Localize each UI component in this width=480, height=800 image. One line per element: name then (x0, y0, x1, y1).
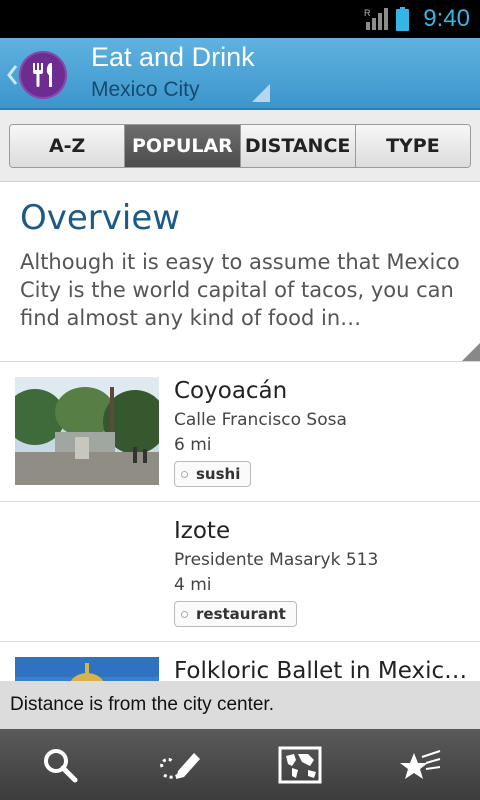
place-distance: 6 mi (174, 435, 212, 455)
spinner-corner-icon[interactable] (252, 84, 270, 102)
roaming-label: R (364, 8, 371, 18)
tag-label: restaurant (196, 605, 286, 623)
page-title: Eat and Drink (91, 42, 255, 72)
favorites-button[interactable] (360, 729, 480, 800)
place-tag[interactable]: sushi (174, 461, 252, 487)
toast-message: Distance is from the city center. (0, 681, 480, 729)
city-selector[interactable]: Mexico City (91, 78, 200, 102)
search-icon (44, 748, 78, 782)
status-bar: R 9:40 (0, 0, 480, 38)
map-button[interactable] (240, 729, 360, 800)
pencil-icon (160, 752, 200, 779)
tab-bar-container: A-Z POPULAR DISTANCE TYPE (0, 110, 480, 182)
place-address: Presidente Masaryk 513 (174, 550, 379, 570)
tab-type[interactable]: TYPE (355, 125, 470, 167)
tag-label: sushi (196, 465, 241, 483)
list-item[interactable]: Izote Presidente Masaryk 513 4 mi restau… (0, 502, 480, 642)
expand-corner-icon (462, 343, 480, 361)
place-name: Coyoacán (174, 378, 288, 404)
overview-text: Although it is easy to assume that Mexic… (20, 250, 460, 330)
battery-icon (396, 7, 409, 31)
place-name: Izote (174, 518, 231, 544)
tab-popular[interactable]: POPULAR (125, 125, 241, 167)
place-photo (15, 377, 159, 485)
notes-button[interactable] (120, 729, 240, 800)
fork-knife-icon (33, 63, 52, 87)
tag-icon (181, 610, 188, 618)
tab-distance[interactable]: DISTANCE (240, 125, 356, 167)
signal-icon: R (364, 8, 388, 30)
map-icon (278, 746, 322, 783)
bottom-toolbar (0, 729, 480, 800)
app-home-button[interactable] (19, 51, 67, 99)
overview-section[interactable]: Overview Although it is easy to assume t… (0, 182, 480, 362)
status-clock: 9:40 (423, 5, 470, 32)
tab-bar: A-Z POPULAR DISTANCE TYPE (9, 124, 471, 168)
action-bar: Eat and Drink Mexico City (0, 38, 480, 110)
list-item[interactable]: Coyoacán Calle Francisco Sosa 6 mi sushi (0, 362, 480, 502)
place-distance: 4 mi (174, 575, 212, 595)
tag-icon (181, 470, 188, 478)
place-tag[interactable]: restaurant (174, 601, 297, 627)
tab-a-z[interactable]: A-Z (10, 125, 126, 167)
search-button[interactable] (0, 729, 120, 800)
place-address: Calle Francisco Sosa (174, 410, 347, 430)
favorites-icon (400, 749, 441, 779)
back-chevron-icon[interactable] (6, 64, 18, 86)
overview-title: Overview (20, 198, 181, 238)
